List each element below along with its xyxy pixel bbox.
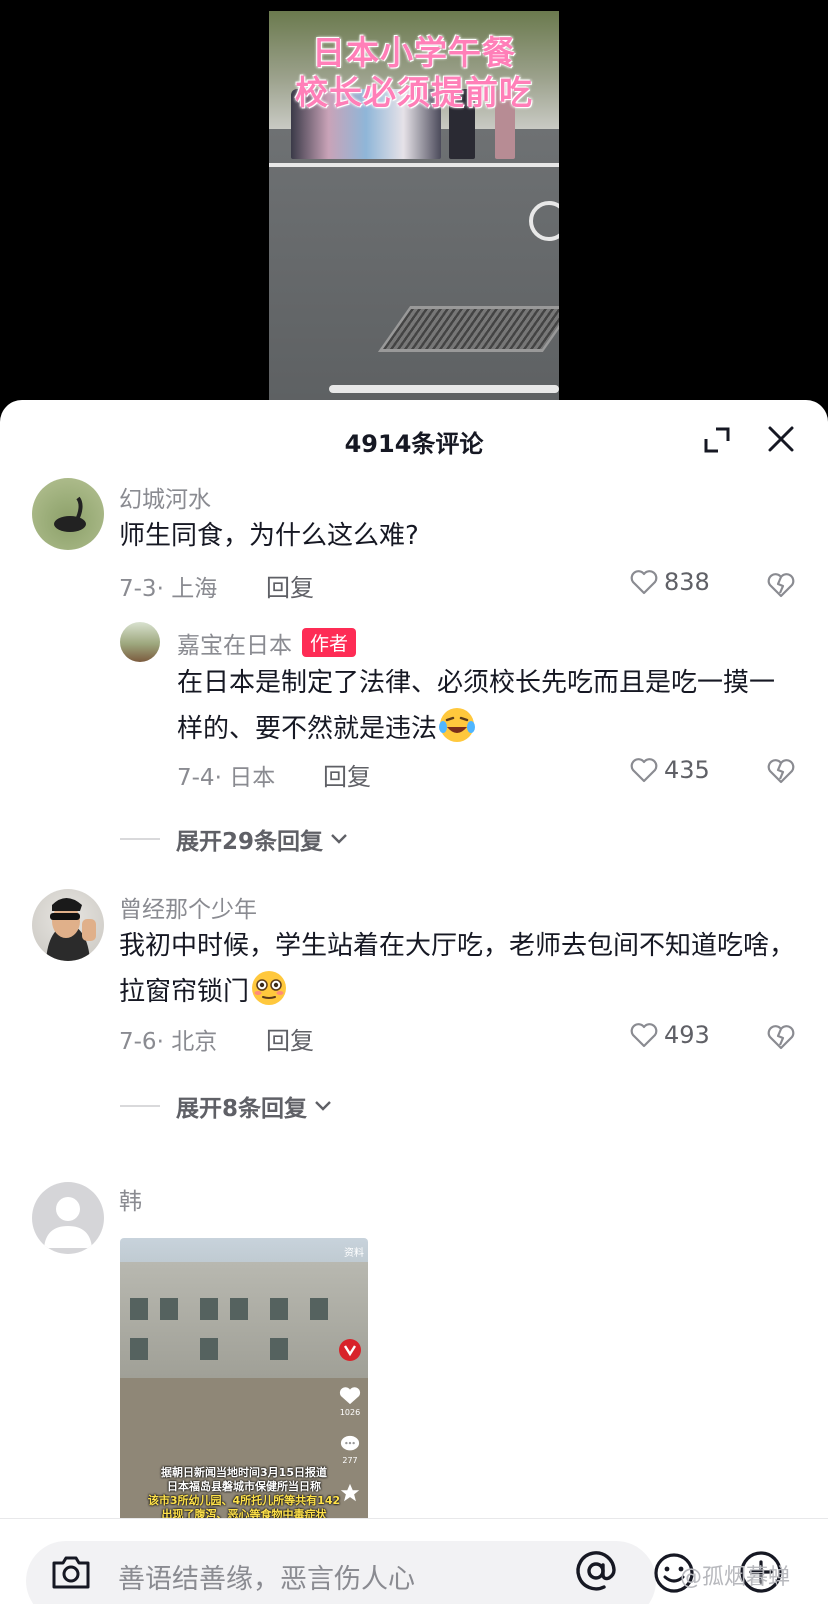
reply-button[interactable]: 回复 [266,1021,314,1056]
thumbnail-window [200,1298,218,1320]
comment-meta: 7-3· 上海 [119,569,217,603]
meta-separator: · [156,1029,172,1055]
comment-text: 我初中时候，学生站着在大厅吃，老师去包间不知道吃啥，拉窗帘锁门 [119,924,799,1014]
thumbnail-like-count: 1026 [339,1408,361,1417]
thumbnail-window [200,1338,218,1360]
expand-replies-label: 展开8条回复 [176,1096,308,1122]
chevron-down-icon [331,834,347,844]
heart-icon [339,1387,361,1405]
heart-icon [630,570,658,595]
like-count: 435 [664,756,710,784]
comment-bubble-icon [340,1435,360,1451]
chevron-down-icon [315,1101,331,1111]
reply-button[interactable]: 回复 [266,568,314,603]
dislike-icon[interactable] [767,758,795,784]
fullscreen-icon[interactable] [703,426,731,454]
like-button[interactable]: 838 [630,568,710,596]
comment-date: 7-4 [177,765,215,791]
heart-icon [630,758,658,783]
thumbnail-window [270,1338,288,1360]
comment-input-bar: 善语结善缘，恶言伤人心 @孤烟暮蝉 [0,1518,828,1604]
video-title-line: 日本小学午餐 [312,33,516,72]
comment-text: 师生同食，为什么这么难? [119,521,419,551]
author-badge: 作者 [302,628,357,657]
reply-button[interactable]: 回复 [323,757,371,792]
video-road-line [269,163,559,167]
thumbnail-window [270,1298,288,1320]
like-button[interactable]: 493 [630,1021,710,1049]
laughing-tears-emoji-icon [439,708,476,742]
comment-date: 7-3 [119,576,157,602]
default-user-icon [44,1197,92,1248]
video-road [269,129,559,400]
dislike-icon[interactable] [767,1024,795,1050]
expand-replies-button[interactable]: 展开29条回复 [120,822,349,856]
close-icon[interactable] [766,424,796,454]
comment-panel: 4914条评论 幻城河水 师生同食，为什么这么难? 7-3· 上海 回复 838… [0,400,828,1604]
video-title-line: 校长必须提前吃 [295,73,533,112]
thumbnail-window [160,1298,178,1320]
comment-location: 上海 [171,576,218,602]
thumbnail-caption: 据朝日新闻当地时间3月15日报道 日本福岛县磐城市保健所当日称 该市3所幼儿园、… [126,1466,362,1522]
comment-date: 7-6 [119,1029,157,1055]
comment-username[interactable]: 曾经那个少年 [119,890,257,924]
comment-location: 北京 [171,1029,218,1055]
comment-text: 在日本是制定了法律、必须校长先吃而且是吃一摸一样的、要不然就是违法 [177,661,797,751]
meta-separator: · [214,765,230,791]
thumbnail-building [120,1262,368,1382]
avatar[interactable] [32,1182,104,1254]
avatar[interactable] [120,622,160,662]
comment-text-body: 我初中时候，学生站着在大厅吃，老师去包间不知道吃啥，拉窗帘锁门 [119,931,796,1007]
comment-input-placeholder[interactable]: 善语结善缘，恶言伤人心 [118,1557,415,1596]
like-button[interactable]: 435 [630,756,710,784]
camera-icon[interactable] [50,1553,92,1591]
thumbnail-comments: 277 [338,1434,362,1465]
thumbnail-window [130,1338,148,1360]
caption-line: 据朝日新闻当地时间3月15日报道 [161,1466,327,1479]
video-player[interactable]: 日本小学午餐 校长必须提前吃 [0,0,828,400]
swan-icon [54,496,86,532]
thumbnail-like: 1026 [338,1386,362,1417]
video-title-overlay: 日本小学午餐 校长必须提前吃 [269,33,559,113]
like-count: 838 [664,568,710,596]
flushed-emoji-icon [252,971,287,1005]
expand-replies-button[interactable]: 展开8条回复 [120,1089,333,1123]
heart-icon [630,1023,658,1048]
comment-username[interactable]: 韩 [119,1182,142,1216]
comment-username[interactable]: 幻城河水 [119,480,211,514]
thumbnail-logo [338,1338,362,1364]
cartoon-face-icon [46,898,96,961]
divider [120,838,160,840]
mention-at-icon[interactable] [574,1549,618,1593]
divider [120,1105,160,1107]
meta-separator: · [156,576,172,602]
reply-username-row: 嘉宝在日本 作者 [177,626,357,660]
video-road-line [329,385,559,393]
video-frame[interactable]: 日本小学午餐 校长必须提前吃 [269,11,559,400]
comment-meta: 7-6· 北京 [119,1022,217,1056]
comment-location: 日本 [229,765,276,791]
thumbnail-corner-label: 资料 [344,1248,364,1259]
channel-logo-icon [339,1339,361,1361]
avatar[interactable] [32,478,104,550]
comment-username[interactable]: 嘉宝在日本 [177,633,292,659]
avatar[interactable] [32,889,104,961]
thumbnail-window [310,1298,328,1320]
comment-meta: 7-4· 日本 [177,758,275,792]
watermark: @孤烟暮蝉 [680,1565,791,1590]
thumbnail-window [230,1298,248,1320]
video-drain-grate [377,306,559,352]
thumbnail-window [130,1298,148,1320]
caption-line: 日本福岛县磐城市保健所当日称 [167,1480,321,1493]
comment-video-thumbnail[interactable]: 资料 1026 277 据朝日新闻当地时间3月15日报道 日本福岛县磐城市保健所… [120,1238,368,1540]
thumbnail-comment-count: 277 [342,1456,358,1465]
like-count: 493 [664,1021,710,1049]
expand-replies-label: 展开29条回复 [176,829,324,855]
dislike-icon[interactable] [767,572,795,598]
caption-line: 该市3所幼儿园、4所托儿所等共有142 [147,1494,341,1507]
